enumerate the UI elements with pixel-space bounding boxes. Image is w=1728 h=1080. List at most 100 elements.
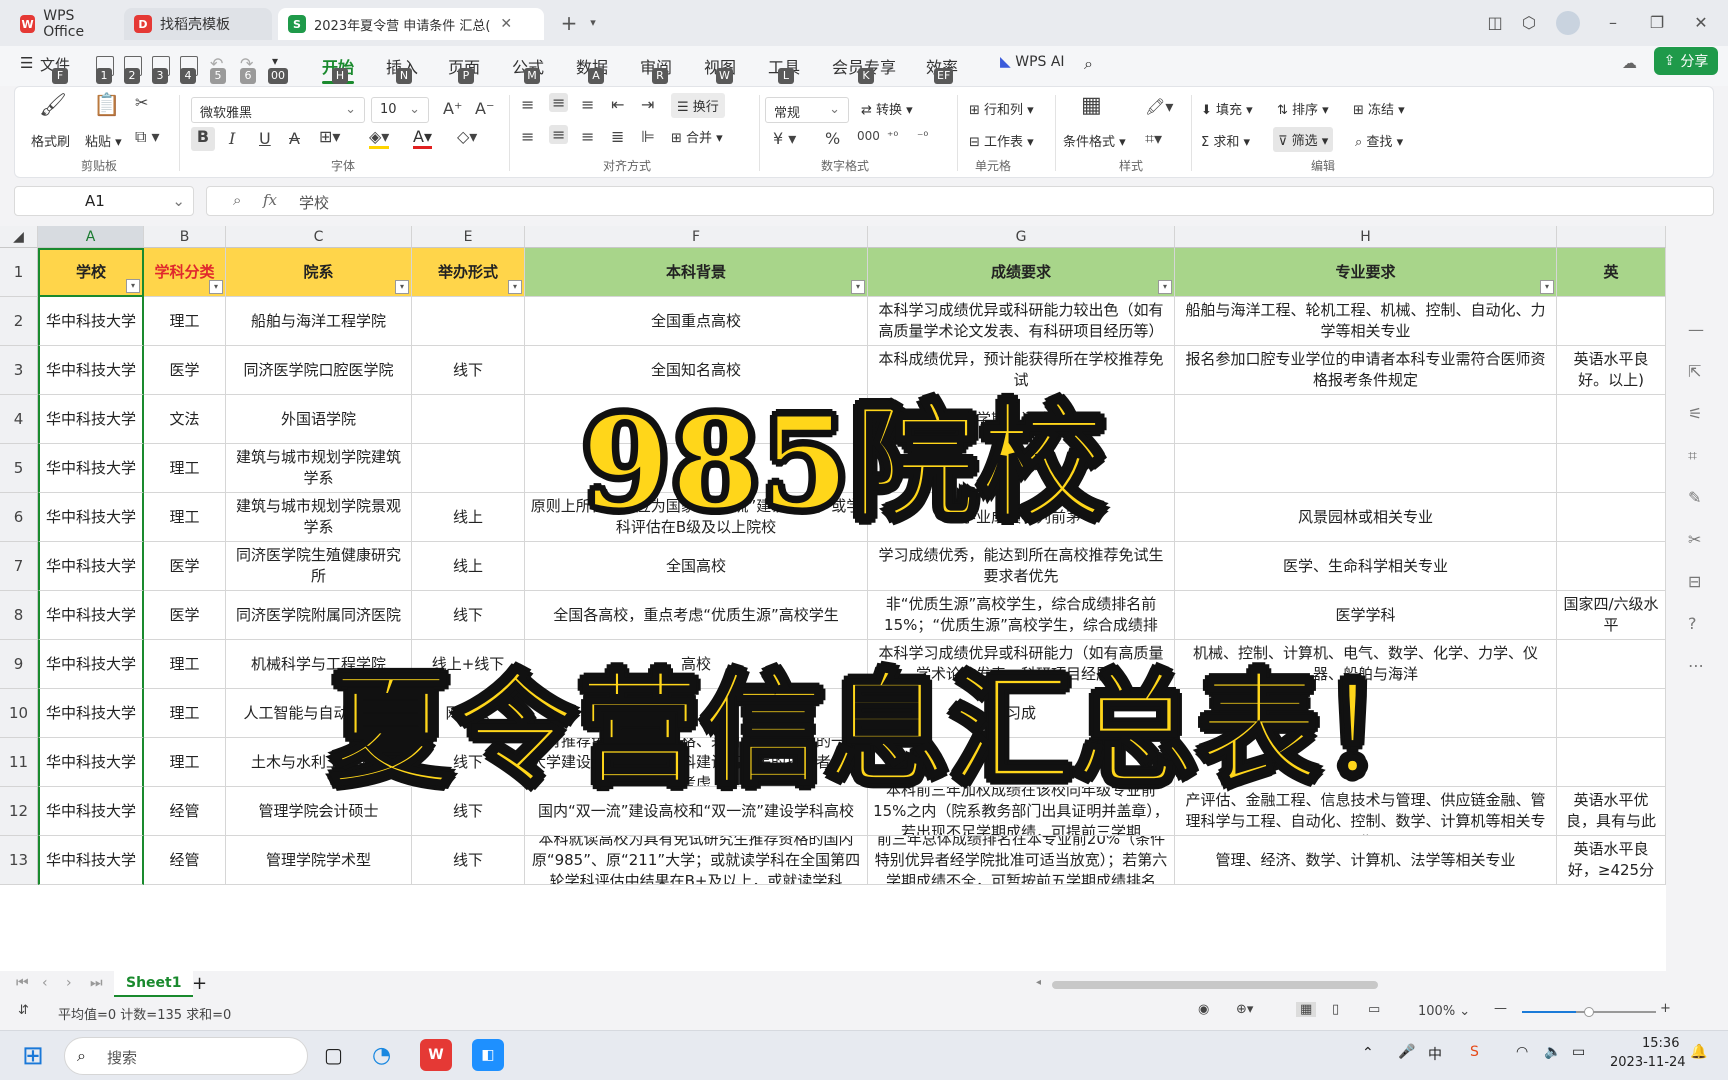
- restore-icon[interactable]: ❐: [1644, 10, 1670, 36]
- border-icon[interactable]: ⊞▾: [319, 127, 340, 146]
- row-header[interactable]: 9: [0, 640, 38, 689]
- help-icon[interactable]: ?: [1688, 614, 1708, 634]
- row-header[interactable]: 10: [0, 689, 38, 738]
- column-header-h[interactable]: H: [1175, 226, 1557, 248]
- strikethrough-icon[interactable]: A: [289, 129, 300, 148]
- font-name-select[interactable]: 微软雅黑 ⌄: [191, 97, 365, 123]
- column-header-c[interactable]: C: [226, 226, 412, 248]
- battery-icon[interactable]: ▭: [1572, 1044, 1585, 1060]
- table-cell[interactable]: 全国重点高校: [525, 297, 868, 346]
- wrap-text-button[interactable]: ☰ 换行: [671, 93, 725, 118]
- align-middle-icon[interactable]: ≡: [549, 93, 569, 112]
- minimize-icon[interactable]: –: [1600, 10, 1626, 36]
- row-header[interactable]: 11: [0, 738, 38, 787]
- table-cell[interactable]: 建筑与城市规划学院景观学系: [226, 493, 412, 542]
- table-cell[interactable]: 文法: [144, 395, 226, 444]
- last-sheet-icon[interactable]: ⏭: [90, 975, 103, 991]
- table-cell[interactable]: [1557, 640, 1666, 689]
- table-cell[interactable]: 船舶与海洋工程学院: [226, 297, 412, 346]
- row-header[interactable]: 5: [0, 444, 38, 493]
- zoom-out-icon[interactable]: —: [1494, 1001, 1507, 1016]
- filter-dropdown-icon[interactable]: ▾: [508, 280, 522, 294]
- horizontal-scrollbar[interactable]: [1052, 981, 1378, 989]
- table-cell[interactable]: 英语水平良好。以上): [1557, 346, 1666, 395]
- wifi-icon[interactable]: ◠: [1516, 1044, 1528, 1060]
- add-sheet-button[interactable]: +: [192, 973, 207, 994]
- filter-dropdown-icon[interactable]: ▾: [1540, 280, 1554, 294]
- table-cell[interactable]: 华中科技大学: [38, 346, 144, 395]
- italic-icon[interactable]: I: [229, 129, 235, 148]
- header-cell[interactable]: 英: [1557, 248, 1666, 297]
- column-header-i[interactable]: [1557, 226, 1666, 248]
- copy-icon[interactable]: ⧉ ▾: [135, 127, 160, 147]
- volume-icon[interactable]: 🔈: [1544, 1044, 1561, 1060]
- tab-wps-office[interactable]: W WPS Office: [10, 8, 118, 40]
- header-cell[interactable]: 学科分类 ▾: [144, 248, 226, 297]
- avatar[interactable]: [1556, 11, 1580, 35]
- next-sheet-icon[interactable]: ›: [66, 975, 72, 991]
- table-cell[interactable]: 华中科技大学: [38, 542, 144, 591]
- more-icon[interactable]: ⋯: [1688, 656, 1708, 676]
- table-cell[interactable]: 经管: [144, 836, 226, 885]
- cut-icon[interactable]: ✂: [135, 93, 148, 112]
- table-cell[interactable]: [1557, 297, 1666, 346]
- name-box[interactable]: A1 ⌄: [14, 186, 194, 216]
- select-all-corner[interactable]: ◢: [0, 226, 38, 248]
- windows-start-icon[interactable]: ⊞: [22, 1041, 44, 1071]
- paste-button[interactable]: 粘贴 ▾: [85, 131, 122, 150]
- table-cell[interactable]: 理工: [144, 689, 226, 738]
- table-cell[interactable]: 英语水平良好，≥425分: [1557, 836, 1666, 885]
- column-header-b[interactable]: B: [144, 226, 226, 248]
- zoom-icon[interactable]: ⌕: [233, 191, 241, 209]
- header-cell[interactable]: 本科背景 ▾: [525, 248, 868, 297]
- table-cell[interactable]: 华中科技大学: [38, 836, 144, 885]
- sheet-tab-sheet1[interactable]: Sheet1: [114, 971, 194, 997]
- break-view-icon[interactable]: ▭: [1368, 1002, 1380, 1017]
- cloud-icon[interactable]: ☁: [1622, 54, 1637, 72]
- filter-dropdown-icon[interactable]: ▾: [1158, 280, 1172, 294]
- filter-dropdown-icon[interactable]: ▾: [851, 280, 865, 294]
- table-cell[interactable]: 华中科技大学: [38, 738, 144, 787]
- font-size-select[interactable]: 10 ⌄: [371, 97, 429, 123]
- table-cell[interactable]: 管理、经济、数学、计算机、法学等相关专业: [1175, 836, 1557, 885]
- table-cell[interactable]: 风景园林或相关专业: [1175, 493, 1557, 542]
- conditional-format-icon[interactable]: ▦: [1081, 93, 1102, 118]
- sort-button[interactable]: ⇅ 排序 ▾: [1277, 99, 1329, 118]
- header-cell[interactable]: 院系 ▾: [226, 248, 412, 297]
- tools-icon[interactable]: ✂: [1688, 530, 1708, 550]
- row-header[interactable]: 12: [0, 787, 38, 836]
- normal-view-icon[interactable]: ▦: [1296, 1002, 1317, 1017]
- book-icon[interactable]: ⊟: [1688, 572, 1708, 592]
- table-cell[interactable]: 线下: [412, 836, 525, 885]
- table-cell[interactable]: 本科就读高校为具有免试研究生推荐资格的国内原“985”、原“211”大学；或就读…: [525, 836, 868, 885]
- zoom-in-icon[interactable]: +: [1660, 1001, 1671, 1016]
- tray-chevron-icon[interactable]: ⌃: [1362, 1045, 1374, 1061]
- table-cell[interactable]: [1557, 493, 1666, 542]
- table-style-icon[interactable]: 🖍▾: [1145, 97, 1173, 116]
- paste-icon[interactable]: 📋: [93, 93, 120, 118]
- table-cell[interactable]: 理工: [144, 493, 226, 542]
- crop-icon[interactable]: ⌗: [1688, 446, 1708, 466]
- zoom-slider-thumb[interactable]: [1584, 1007, 1594, 1017]
- row-header[interactable]: 3: [0, 346, 38, 395]
- column-header-e[interactable]: E: [412, 226, 525, 248]
- table-cell[interactable]: 医学: [144, 346, 226, 395]
- table-cell[interactable]: 华中科技大学: [38, 787, 144, 836]
- fill-color-icon[interactable]: ◈▾: [369, 127, 390, 149]
- table-cell[interactable]: 外国语学院: [226, 395, 412, 444]
- column-header-g[interactable]: G: [868, 226, 1175, 248]
- column-header-a[interactable]: A: [38, 226, 144, 248]
- new-tab-button[interactable]: +: [556, 10, 582, 36]
- column-header-f[interactable]: F: [525, 226, 868, 248]
- row-col-button[interactable]: ⊞ 行和列 ▾: [969, 99, 1034, 118]
- close-tab-icon[interactable]: ✕: [500, 16, 512, 32]
- format-painter-icon[interactable]: 🖌: [39, 93, 67, 118]
- table-cell[interactable]: 华中科技大学: [38, 395, 144, 444]
- table-cell[interactable]: 报名参加口腔专业学位的申请者本科专业需符合医师资格报考条件规定: [1175, 346, 1557, 395]
- align-bottom-icon[interactable]: ≡: [581, 95, 594, 114]
- first-sheet-icon[interactable]: ⏮: [16, 975, 29, 991]
- spreadsheet-grid[interactable]: ◢ A B C E F G H 1 学校 ▾ 学科分类 ▾ 院系 ▾ 举办形式 ▾ 本科背景 ▾ 成绩…: [0, 226, 1666, 971]
- table-cell[interactable]: 线上: [412, 493, 525, 542]
- filter-dropdown-icon[interactable]: ▾: [395, 280, 409, 294]
- table-cell[interactable]: 华中科技大学: [38, 444, 144, 493]
